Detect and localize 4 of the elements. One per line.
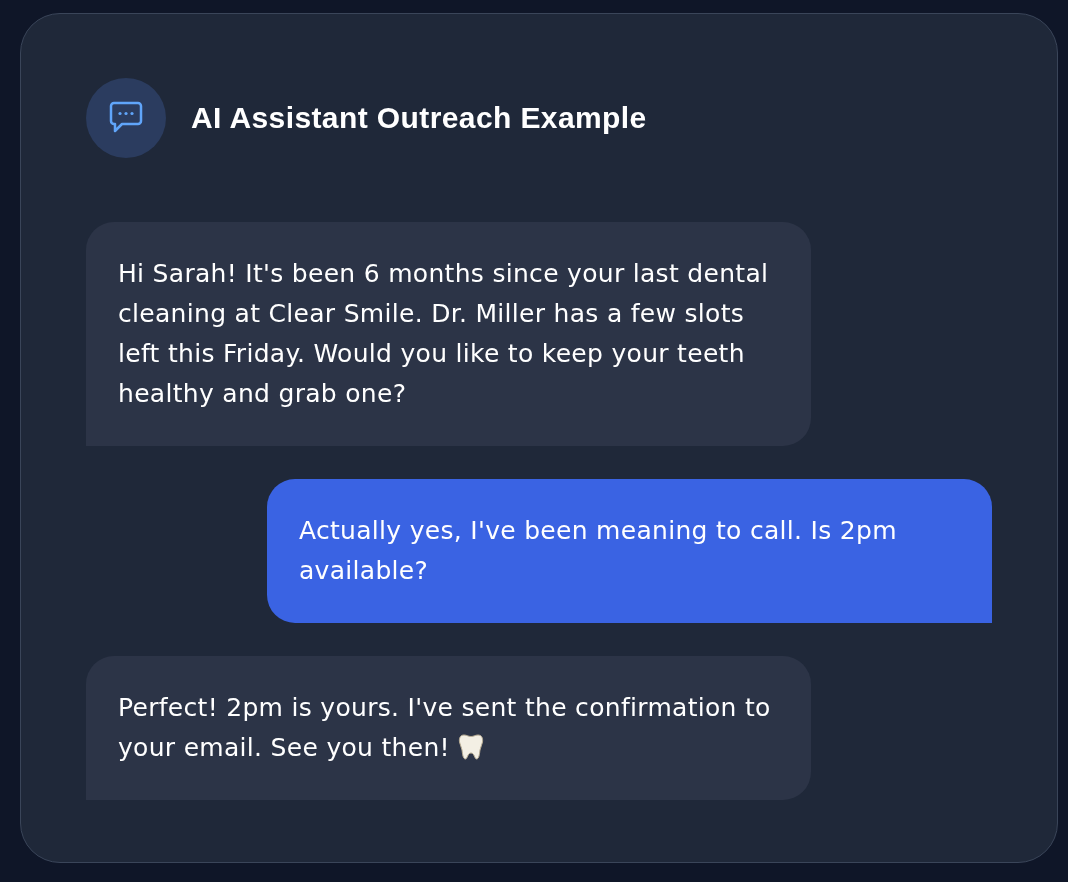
message-text: Hi Sarah! It's been 6 months since your last dental cleaning at Clear Smile. Dr. Miller has a few slots left this Friday. Would you like to keep your teeth healthy and grab one?	[118, 258, 770, 410]
chat-title: AI Assistant Outreach Example	[191, 101, 647, 135]
message-text: Actually yes, I've been meaning to call. Is 2pm available?	[299, 515, 898, 587]
message-text: Perfect! 2pm is yours. I've sent the confirmation to your email. See you then!	[118, 692, 772, 764]
